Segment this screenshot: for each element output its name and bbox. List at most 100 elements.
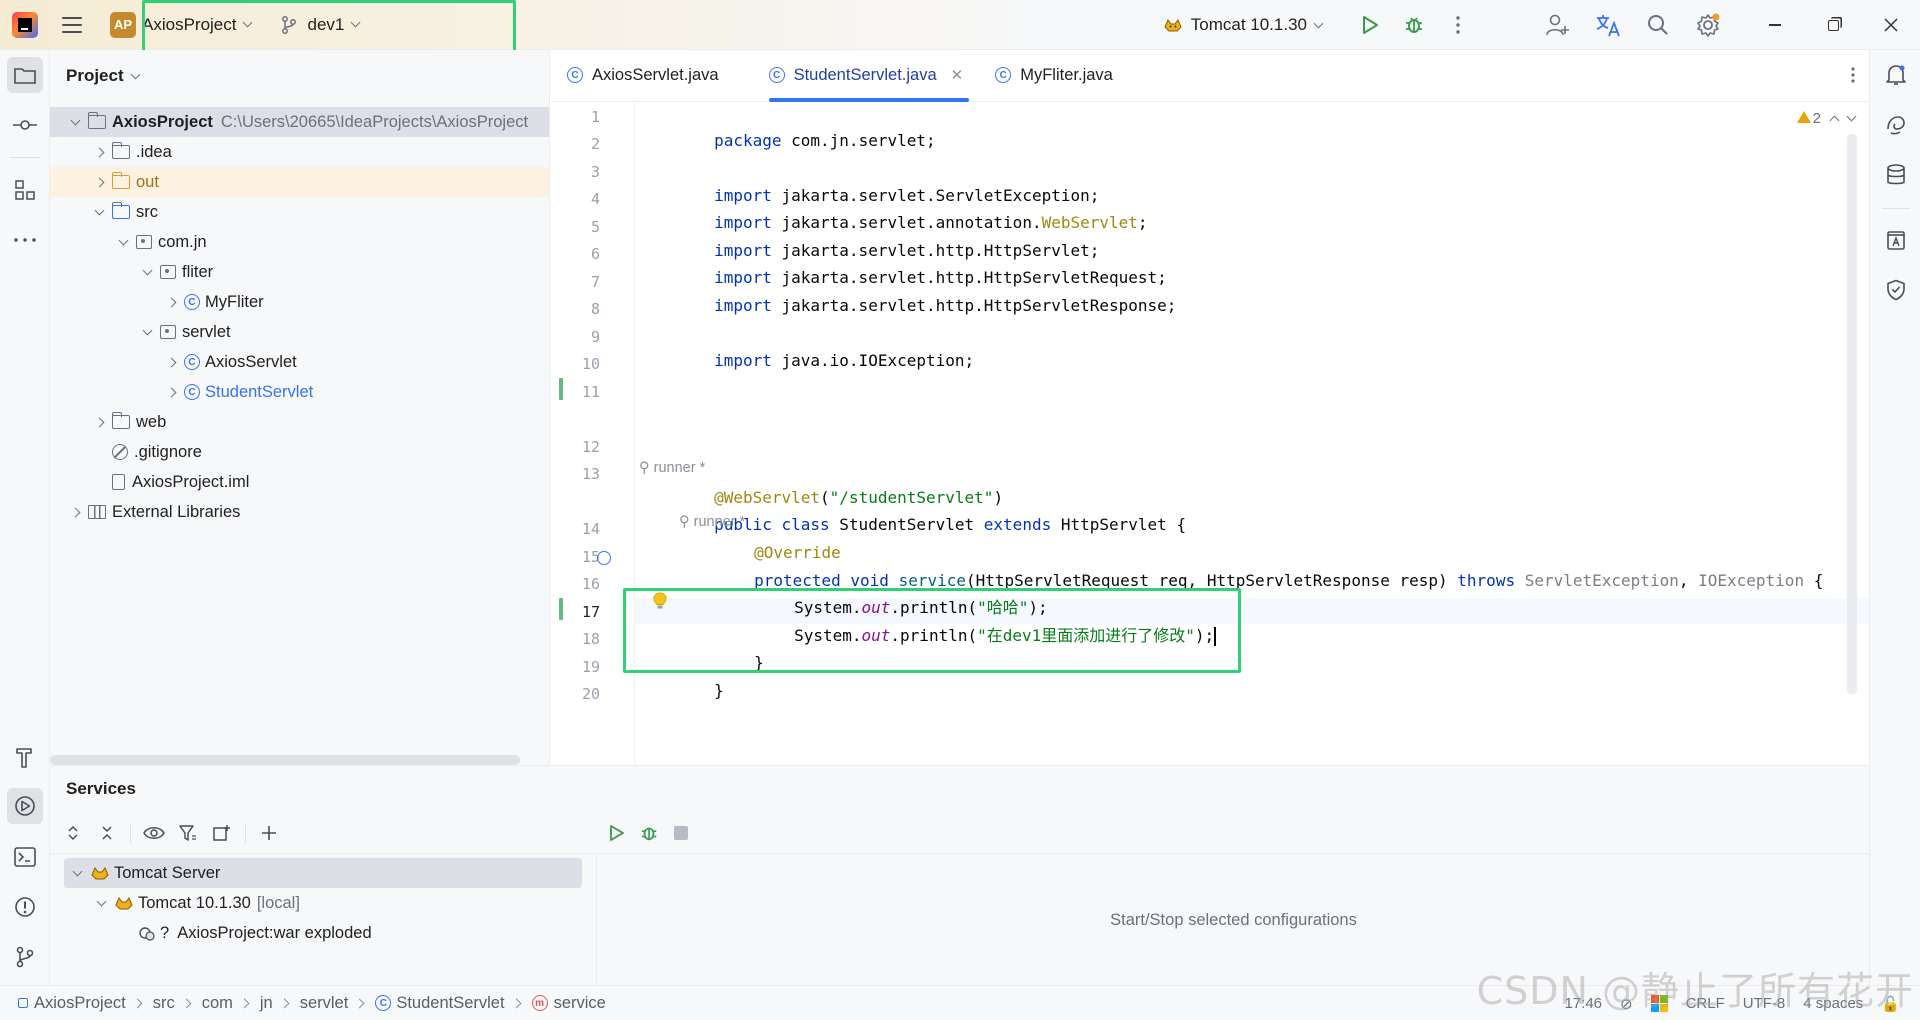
show-button[interactable] (139, 818, 169, 848)
expand-arrow-icon[interactable] (164, 385, 178, 399)
tree-item-web[interactable]: web (50, 407, 549, 437)
filter-button[interactable] (173, 818, 203, 848)
more-actions-button[interactable] (1436, 3, 1480, 47)
collapse-arrow-icon[interactable] (140, 265, 154, 279)
next-highlight-icon[interactable] (1846, 111, 1857, 122)
commit-tool-button[interactable] (7, 107, 43, 143)
tree-item-com-jn[interactable]: com.jn (50, 227, 549, 257)
vcs-widget-icon[interactable]: ⊘ (1620, 995, 1633, 1013)
expand-arrow-icon[interactable] (68, 505, 82, 519)
code-text-area[interactable]: package com.jn.servlet; import jakarta.s… (635, 102, 1869, 765)
project-panel-title: Project (66, 66, 124, 85)
tree-item-gitignore[interactable]: .gitignore (50, 437, 549, 467)
code-with-me-button[interactable] (1536, 3, 1580, 47)
close-tab-icon[interactable]: ✕ (951, 66, 964, 84)
terminal-tool-button[interactable] (7, 839, 43, 875)
tree-item-studentservlet[interactable]: C StudentServlet (50, 377, 549, 407)
tab-studentservlet[interactable]: C StudentServlet.java ✕ (753, 49, 980, 102)
ai-assistant-button[interactable] (1878, 107, 1914, 143)
collapse-arrow-icon[interactable] (68, 115, 82, 129)
run-configuration-selector[interactable]: Tomcat 10.1.30 (1163, 15, 1324, 35)
breadcrumb-src[interactable]: src (153, 994, 175, 1013)
editor-gutter[interactable]: 1 2 3 4 5 6 7 8 9 10 11 12 13 14 15 16 1… (551, 102, 635, 765)
horizontal-scrollbar[interactable] (50, 755, 520, 765)
branch-switcher[interactable]: dev1 (281, 15, 361, 35)
build-tool-button[interactable] (7, 740, 43, 776)
vcs-change-marker[interactable] (559, 598, 563, 620)
tree-item-myfliter[interactable]: C MyFliter (50, 287, 549, 317)
project-panel-header[interactable]: Project (50, 50, 549, 102)
settings-button[interactable] (1686, 3, 1730, 47)
unknown-status-icon: ? (160, 923, 170, 942)
problems-tool-button[interactable] (7, 889, 43, 925)
breadcrumb-servlet[interactable]: servlet (300, 994, 349, 1013)
encoding-selector[interactable]: UTF-8 (1743, 995, 1786, 1012)
editor-vertical-scrollbar[interactable] (1847, 134, 1857, 694)
expand-all-button[interactable] (58, 818, 88, 848)
tab-myfliter[interactable]: C MyFliter.java (979, 49, 1129, 101)
translation-panel-button[interactable] (1878, 222, 1914, 258)
lock-icon[interactable]: 🔓 (1881, 995, 1900, 1013)
tabs-more-icon[interactable] (1851, 66, 1855, 84)
git-tool-button[interactable] (7, 939, 43, 975)
vcs-change-marker[interactable] (559, 378, 563, 400)
tab-axiosservlet[interactable]: C AxiosServlet.java (551, 49, 735, 101)
debug-service-button[interactable] (634, 818, 664, 848)
service-tomcat-instance[interactable]: Tomcat 10.1.30 [local] (64, 888, 582, 918)
project-tool-button[interactable] (7, 57, 43, 93)
notifications-button[interactable] (1878, 57, 1914, 93)
service-tomcat-server[interactable]: Tomcat Server (64, 858, 582, 888)
service-artifact[interactable]: ? AxiosProject:war exploded (64, 918, 582, 948)
tree-item-external-libraries[interactable]: External Libraries (50, 497, 549, 527)
database-button[interactable] (1878, 157, 1914, 193)
services-tool-button[interactable] (7, 788, 43, 824)
expand-arrow-icon[interactable] (164, 295, 178, 309)
collapse-arrow-icon[interactable] (140, 325, 154, 339)
tree-item-out[interactable]: out (50, 167, 549, 197)
caret-position[interactable]: 17:46 (1564, 995, 1602, 1012)
tree-item-label: External Libraries (112, 502, 241, 521)
search-everywhere-button[interactable] (1636, 3, 1680, 47)
tree-item-idea[interactable]: .idea (50, 137, 549, 167)
run-button[interactable] (1348, 3, 1392, 47)
tree-item-servlet[interactable]: servlet (50, 317, 549, 347)
add-service-button[interactable] (254, 818, 284, 848)
collapse-arrow-icon[interactable] (116, 235, 130, 249)
indent-selector[interactable]: 4 spaces (1803, 995, 1863, 1012)
expand-arrow-icon[interactable] (164, 355, 178, 369)
collapse-arrow-icon[interactable] (92, 205, 106, 219)
new-group-button[interactable] (207, 818, 237, 848)
tree-item-fliter[interactable]: fliter (50, 257, 549, 287)
stop-service-button[interactable] (666, 818, 696, 848)
translate-button[interactable] (1586, 3, 1630, 47)
maximize-button[interactable] (1804, 0, 1862, 50)
tree-item-iml[interactable]: AxiosProject.iml (50, 467, 549, 497)
project-switcher[interactable]: AP AxiosProject (110, 11, 253, 38)
tree-item-axiosproject[interactable]: AxiosProject C:\Users\20665\IdeaProjects… (50, 107, 549, 137)
more-tools-button[interactable] (7, 222, 43, 258)
tree-item-src[interactable]: src (50, 197, 549, 227)
hamburger-menu-icon[interactable] (62, 16, 82, 33)
override-gutter-icon[interactable] (597, 551, 611, 565)
line-ending-selector[interactable]: CRLF (1686, 995, 1725, 1012)
expand-arrow-icon[interactable] (92, 175, 106, 189)
lightbulb-icon[interactable] (653, 592, 667, 610)
breadcrumb-jn[interactable]: jn (260, 994, 273, 1013)
breadcrumb-project[interactable]: AxiosProject (18, 994, 126, 1013)
breadcrumb-service[interactable]: m service (531, 994, 606, 1013)
structure-tool-button[interactable] (7, 172, 43, 208)
security-button[interactable] (1878, 272, 1914, 308)
collapse-all-button[interactable] (92, 818, 122, 848)
close-window-button[interactable] (1862, 0, 1920, 50)
app-logo-icon[interactable] (12, 11, 38, 38)
debug-button[interactable] (1392, 3, 1436, 47)
breadcrumb-studentservlet[interactable]: C StudentServlet (375, 994, 505, 1013)
expand-arrow-icon[interactable] (92, 415, 106, 429)
tree-item-axiosservlet[interactable]: C AxiosServlet (50, 347, 549, 377)
collapse-arrow-icon[interactable] (94, 896, 108, 910)
start-service-button[interactable] (602, 818, 632, 848)
minimize-button[interactable] (1746, 0, 1804, 50)
expand-arrow-icon[interactable] (92, 145, 106, 159)
breadcrumb-com[interactable]: com (202, 994, 233, 1013)
collapse-arrow-icon[interactable] (70, 866, 84, 880)
